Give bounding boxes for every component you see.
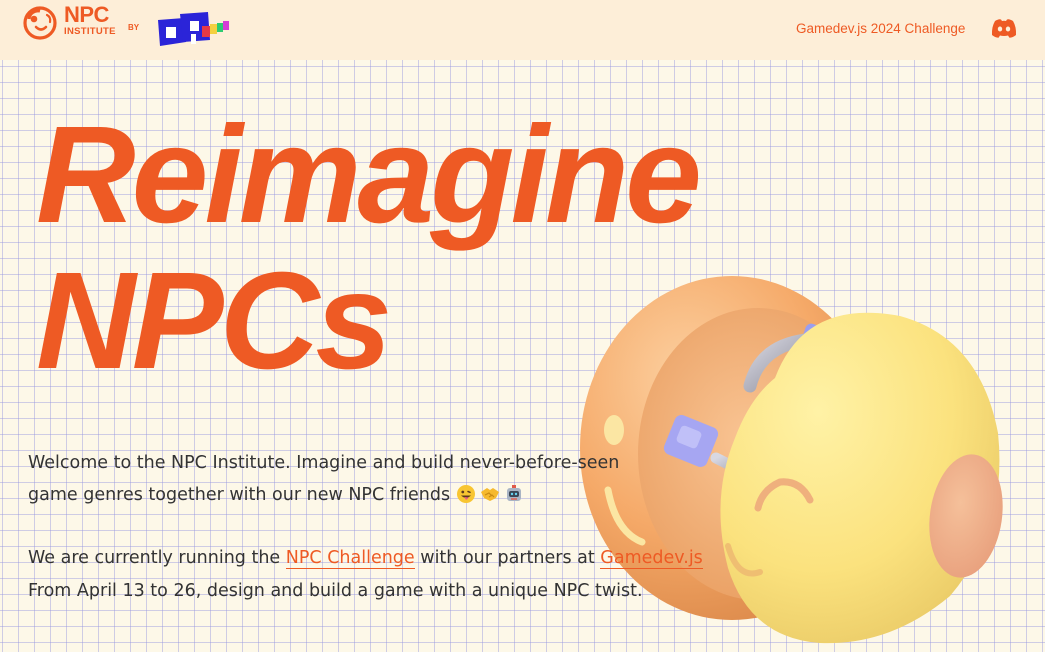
site-header: NPC INSTITUTE BY Gamedev.js 2024 Challen… (0, 0, 1045, 60)
gamedevjs-link[interactable]: Gamedev.js (600, 548, 703, 569)
op-games-logo-icon[interactable] (150, 6, 232, 52)
gamedevjs-challenge-link[interactable]: Gamedev.js 2024 Challenge (796, 21, 965, 36)
hero-heading: Reimagine NPCs (36, 98, 702, 398)
logo-wordmark: NPC INSTITUTE (64, 4, 116, 37)
npc-face-logo-icon (23, 6, 57, 40)
challenge-dates-text: From April 13 to 26, design and build a … (28, 581, 643, 601)
challenge-text-before: We are currently running the (28, 548, 286, 568)
hero-line-2: NPCs (36, 244, 392, 398)
by-label: BY (128, 23, 140, 32)
robot-emoji-icon (506, 485, 521, 501)
handshake-emoji-icon (480, 488, 499, 501)
intro-paragraph: Welcome to the NPC Institute. Imagine an… (28, 447, 628, 511)
intro-text: Welcome to the NPC Institute. Imagine an… (28, 453, 620, 505)
challenge-text-middle: with our partners at (414, 548, 601, 568)
logo-primary-text: NPC (64, 2, 109, 27)
grinning-tongue-emoji-icon (456, 485, 475, 503)
challenge-paragraph: We are currently running the NPC Challen… (28, 542, 728, 608)
discord-icon[interactable] (991, 18, 1017, 38)
hero-line-1: Reimagine (36, 98, 702, 252)
npc-challenge-link[interactable]: NPC Challenge (285, 548, 415, 569)
logo-secondary-text: INSTITUTE (64, 26, 116, 37)
